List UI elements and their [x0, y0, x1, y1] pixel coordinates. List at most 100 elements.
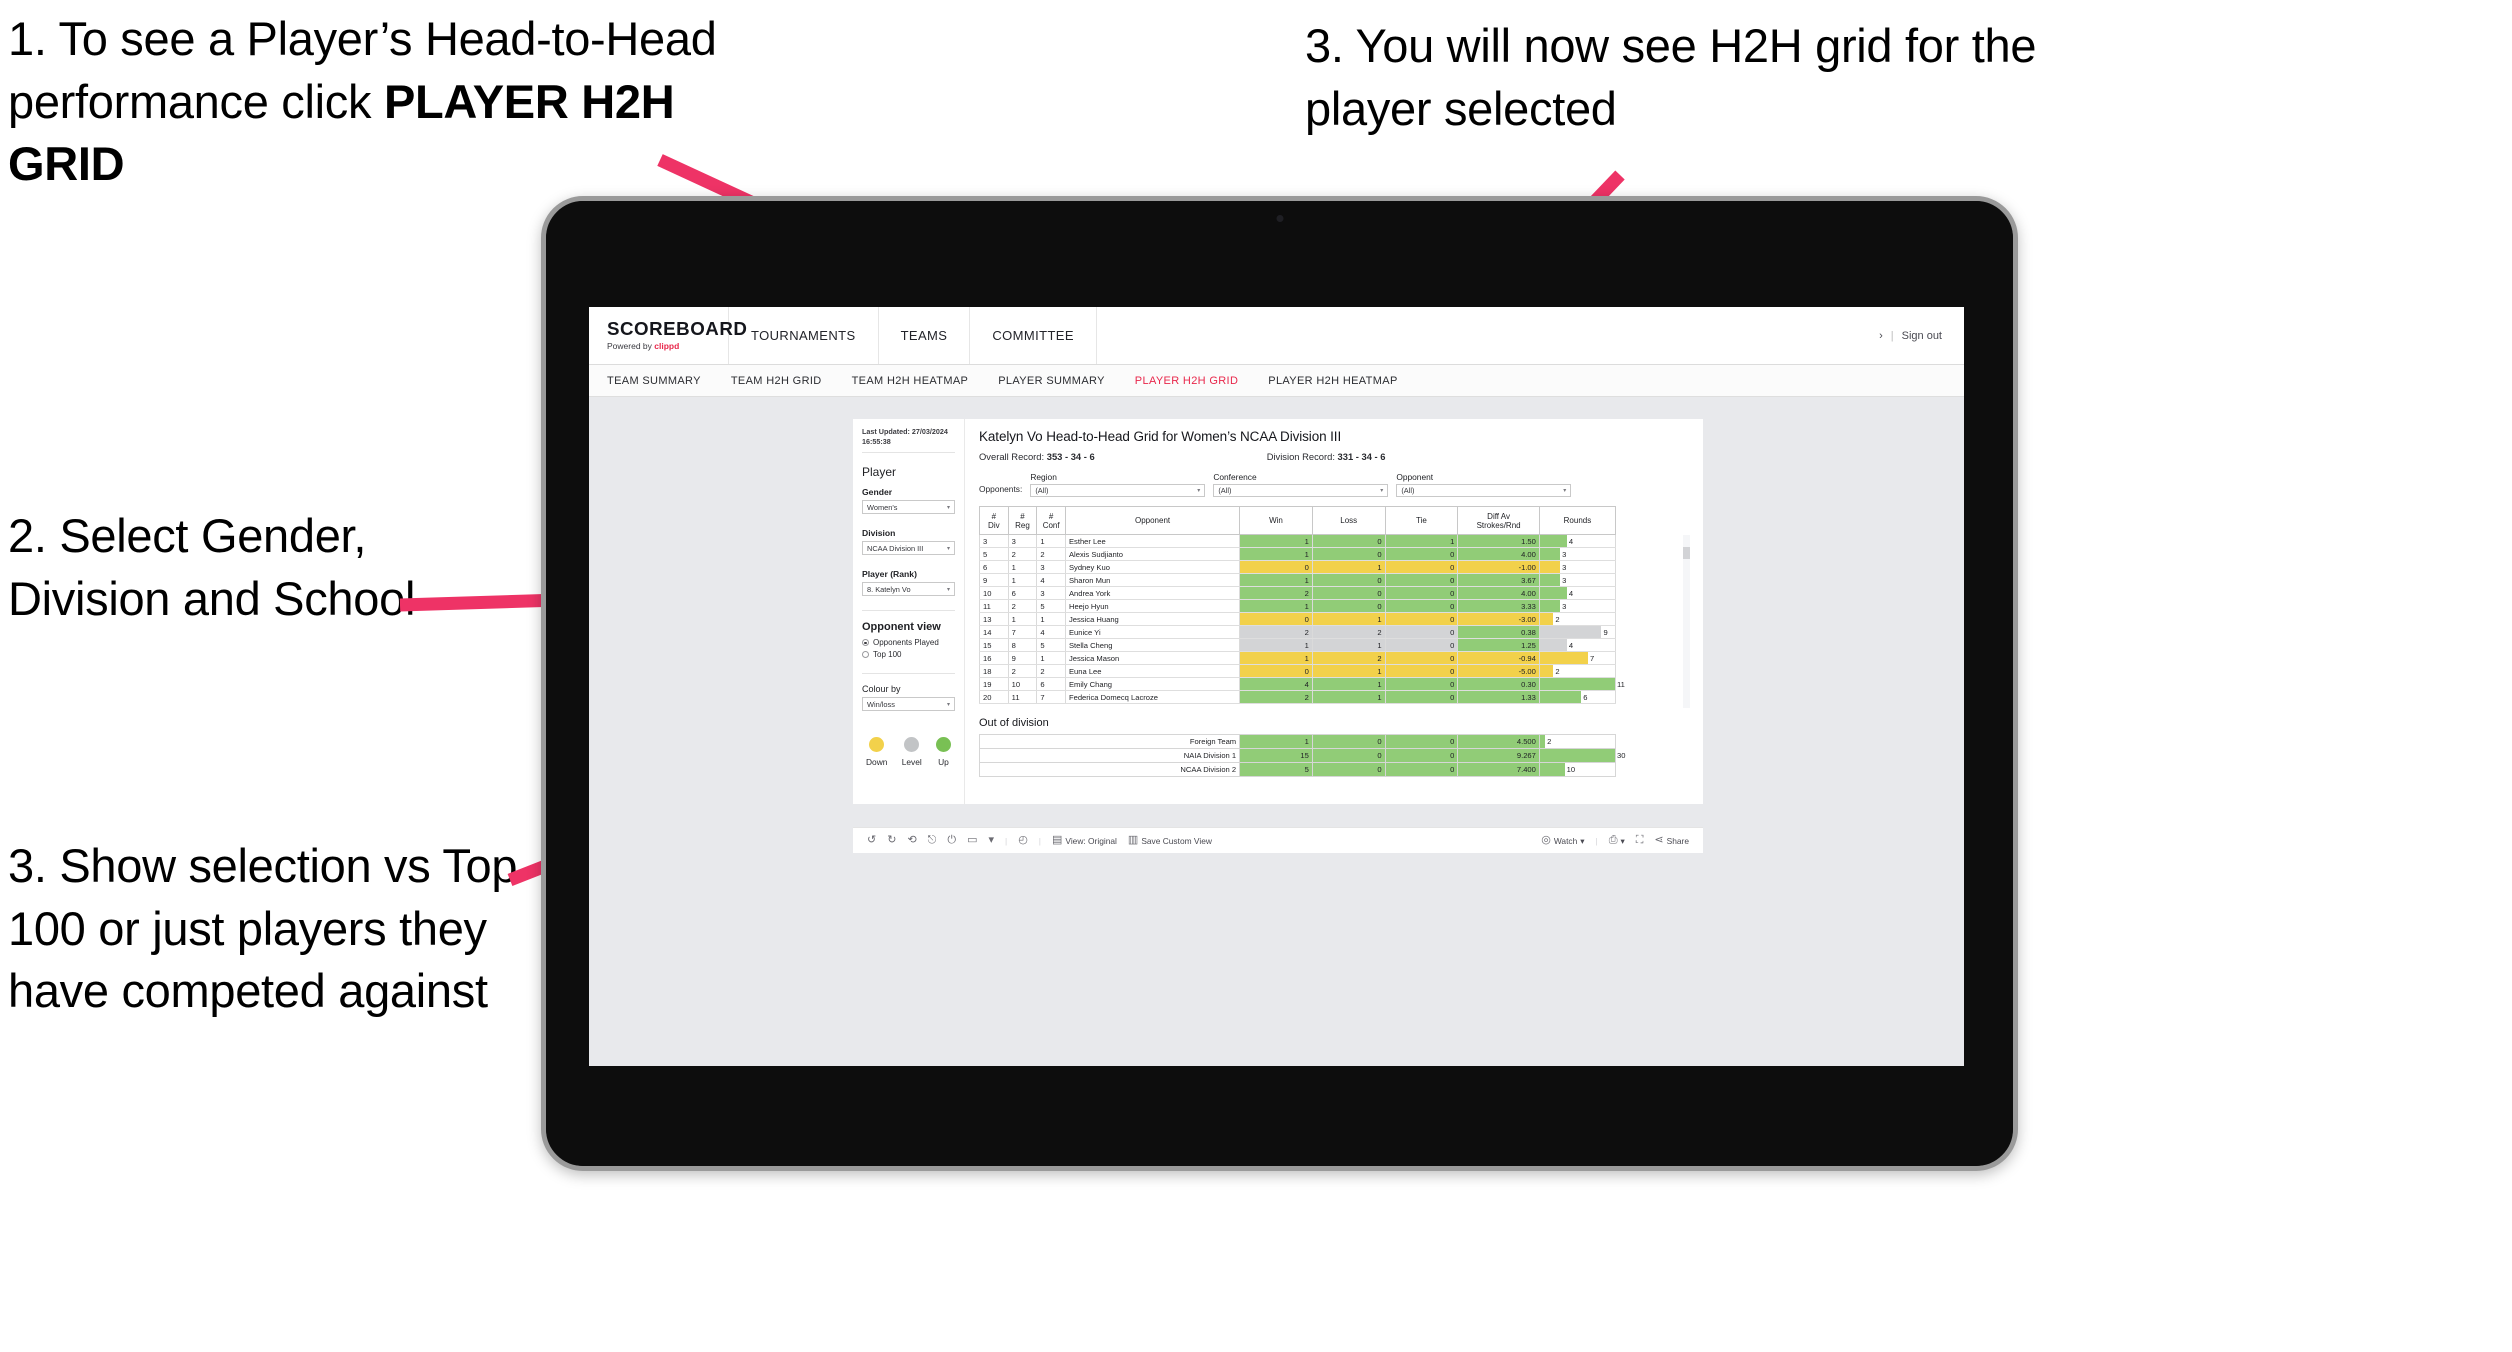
- redo-icon[interactable]: ↻: [887, 835, 896, 846]
- cell-loss: 2: [1311, 625, 1386, 639]
- share-button[interactable]: ⋖ Share: [1654, 835, 1689, 846]
- save-view-icon: ▥: [1127, 834, 1139, 846]
- rounds-value: 2: [1547, 737, 1552, 746]
- cell-diff: -3.00: [1457, 612, 1540, 626]
- rounds-value: 9: [1603, 627, 1608, 637]
- view-original-button[interactable]: ▤ View: Original: [1052, 835, 1117, 846]
- table-row[interactable]: 14 7 4 Eunice Yi 2 2 0 0.38 9: [979, 625, 1617, 639]
- radio-opponents-played[interactable]: Opponents Played: [862, 638, 955, 647]
- scrollbar-thumb[interactable]: [1683, 547, 1690, 559]
- cell-win: 1: [1239, 651, 1313, 665]
- sub-nav-item-team-summary[interactable]: TEAM SUMMARY: [607, 375, 701, 387]
- table-row[interactable]: 6 1 3 Sydney Kuo 0 1 0 -1.00 3: [979, 560, 1617, 574]
- cell-ood-win: 5: [1239, 762, 1313, 777]
- top-nav-item-teams[interactable]: TEAMS: [879, 307, 971, 364]
- chevron-down-icon[interactable]: ▾: [988, 835, 994, 846]
- out-of-division-row[interactable]: NAIA Division 1 15 0 0 9.267 30: [978, 748, 1625, 763]
- sign-out-link[interactable]: Sign out: [1902, 330, 1942, 342]
- filter-conference-dropdown[interactable]: (All) ▾: [1213, 484, 1389, 497]
- cell-ood-win: 1: [1239, 734, 1313, 749]
- division-label: Division: [862, 528, 896, 539]
- table-row[interactable]: 5 2 2 Alexis Sudjianto 1 0 0 4.00 3: [979, 547, 1617, 561]
- out-of-division-row[interactable]: Foreign Team 1 0 0 4.500 2: [978, 734, 1617, 749]
- rounds-bar: [1539, 763, 1565, 776]
- chevron-down-icon: ▾: [1380, 488, 1384, 494]
- table-row[interactable]: 10 6 3 Andrea York 2 0 0 4.00 4: [979, 586, 1617, 600]
- table-row[interactable]: 18 2 2 Euna Lee 0 1 0 -5.00 2: [979, 664, 1617, 678]
- table-scrollbar[interactable]: [1683, 535, 1690, 708]
- cell-ood-name: NCAA Division 2: [978, 762, 1241, 777]
- dashboard-card: Last Updated: 27/03/2024 16:55:38 Player…: [853, 419, 1703, 804]
- cell-loss: 0: [1311, 586, 1386, 600]
- gender-dropdown[interactable]: Women's ▾: [862, 500, 955, 515]
- page-title: Katelyn Vo Head-to-Head Grid for Women’s…: [979, 429, 1342, 444]
- rounds-bar: [1539, 749, 1615, 762]
- sub-nav-item-player-h2h-heatmap[interactable]: PLAYER H2H HEATMAP: [1268, 375, 1397, 387]
- division-record-value: 331 - 34 - 6: [1337, 451, 1386, 462]
- cell-loss: 0: [1311, 534, 1386, 548]
- cell-tie: 0: [1384, 599, 1459, 613]
- chevron-down-icon: ▾: [946, 586, 950, 593]
- cell-reg: 2: [1007, 547, 1038, 561]
- alert-icon[interactable]: ◴: [1018, 835, 1028, 846]
- legend-dot-down-icon: [869, 737, 885, 753]
- cell-ood-diff: 7.400: [1457, 762, 1540, 777]
- cell-ood-diff: 9.267: [1457, 748, 1540, 763]
- filter-opponent-dropdown[interactable]: (All) ▾: [1396, 484, 1572, 497]
- top-nav-item-tournaments[interactable]: TOURNAMENTS: [729, 307, 879, 364]
- chevron-down-icon: ▾: [946, 504, 950, 511]
- rounds-value: 11: [1617, 679, 1625, 689]
- cell-ood-diff: 4.500: [1457, 734, 1540, 749]
- cell-win: 1: [1239, 573, 1313, 587]
- colour-by-dropdown[interactable]: Win/loss ▾: [862, 697, 955, 712]
- filter-region-dropdown[interactable]: (All) ▾: [1030, 484, 1206, 497]
- revert-icon[interactable]: ⟲: [907, 835, 916, 846]
- sub-nav-item-team-h2h-heatmap[interactable]: TEAM H2H HEATMAP: [852, 375, 969, 387]
- cell-reg: 1: [1007, 560, 1038, 574]
- division-value: NCAA Division III: [867, 543, 924, 553]
- download-button[interactable]: ⎙ ▾: [1609, 835, 1625, 846]
- table-row[interactable]: 16 9 1 Jessica Mason 1 2 0 -0.94 7: [979, 651, 1617, 665]
- undo-icon[interactable]: ↺: [867, 835, 876, 846]
- table-row[interactable]: 9 1 4 Sharon Mun 1 0 0 3.67 3: [979, 573, 1617, 587]
- sub-nav-item-player-summary[interactable]: PLAYER SUMMARY: [998, 375, 1105, 387]
- radio-top-100[interactable]: Top 100: [862, 650, 955, 659]
- save-custom-view-button[interactable]: ▥ Save Custom View: [1128, 835, 1212, 846]
- table-row[interactable]: 15 8 5 Stella Cheng 1 1 0 1.25 4: [979, 638, 1617, 652]
- player-rank-value: 8. Katelyn Vo: [867, 584, 911, 594]
- account-chevron-icon[interactable]: ›: [1879, 330, 1883, 342]
- brand-logo[interactable]: SCOREBOARD Powered by clippd: [589, 307, 747, 364]
- out-of-division-row[interactable]: NCAA Division 2 5 0 0 7.400 10: [978, 762, 1617, 777]
- sub-nav-item-team-h2h-grid[interactable]: TEAM H2H GRID: [731, 375, 822, 387]
- table-row[interactable]: 19 10 6 Emily Chang 4 1 0 0.30 11: [979, 677, 1625, 691]
- cell-diff: -5.00: [1457, 664, 1540, 678]
- cell-tie: 0: [1384, 586, 1459, 600]
- top-nav-item-committee[interactable]: COMMITTEE: [970, 307, 1097, 364]
- cell-loss: 0: [1311, 547, 1386, 561]
- shape-icon[interactable]: ▭: [967, 835, 977, 846]
- cell-diff: 0.38: [1457, 625, 1540, 639]
- rounds-value: 2: [1555, 666, 1560, 676]
- watch-button[interactable]: ◎ Watch ▾: [1541, 835, 1584, 846]
- table-row[interactable]: 11 2 5 Heejo Hyun 1 0 0 3.33 3: [979, 599, 1617, 613]
- table-row[interactable]: 3 3 1 Esther Lee 1 0 1 1.50 4: [979, 534, 1617, 548]
- toolbar-divider-3: |: [1595, 835, 1598, 846]
- sub-nav-item-player-h2h-grid[interactable]: PLAYER H2H GRID: [1135, 375, 1238, 387]
- cell-tie: 0: [1384, 573, 1459, 587]
- h2h-table: # Div # Reg # Conf Opponent Win Loss Tie Di…: [979, 506, 1625, 704]
- refresh-icon[interactable]: ⎋: [928, 835, 937, 846]
- cell-rounds: 9: [1538, 625, 1617, 639]
- cell-ood-name: NAIA Division 1: [978, 748, 1241, 763]
- division-dropdown[interactable]: NCAA Division III ▾: [862, 541, 955, 556]
- tablet-screen: SCOREBOARD Powered by clippd TOURNAMENTS…: [589, 307, 1964, 1066]
- player-rank-dropdown[interactable]: 8. Katelyn Vo ▾: [862, 582, 955, 597]
- fullscreen-icon[interactable]: ⛶: [1636, 835, 1644, 846]
- filter-conference-label: Conference: [1213, 472, 1257, 482]
- table-row[interactable]: 13 1 1 Jessica Huang 0 1 0 -3.00 2: [979, 612, 1617, 626]
- cell-reg: 1: [1007, 573, 1038, 587]
- rounds-value: 3: [1562, 575, 1567, 585]
- sidebar-heading-player: Player: [862, 465, 897, 480]
- table-row[interactable]: 20 11 7 Federica Domecq Lacroze 2 1 0 1.33 6: [979, 690, 1617, 704]
- pause-icon[interactable]: ⏻: [947, 835, 956, 846]
- cell-ood-tie: 0: [1384, 748, 1459, 763]
